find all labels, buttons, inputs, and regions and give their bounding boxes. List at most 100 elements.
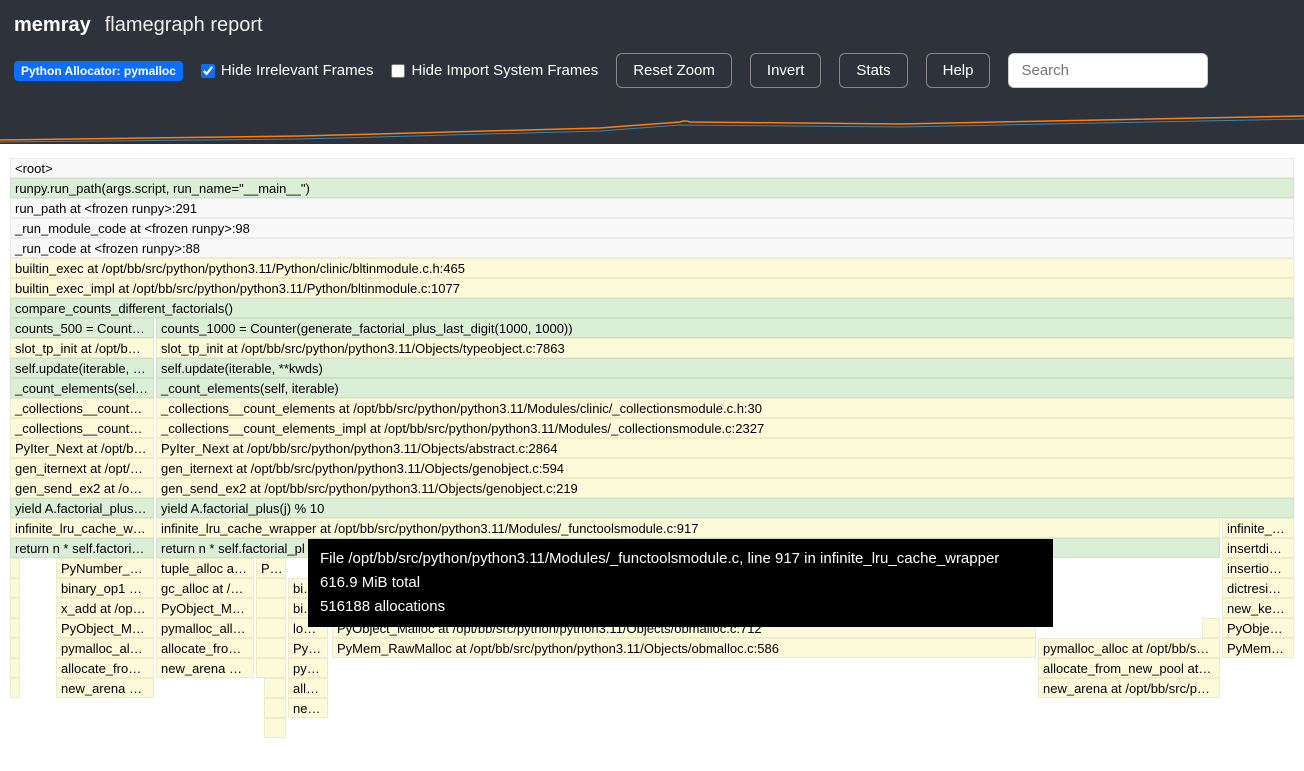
help-button[interactable]: Help bbox=[926, 53, 991, 88]
flame-cell[interactable]: PyMem… bbox=[1222, 638, 1294, 658]
flame-cell[interactable]: runpy.run_path(args.script, run_name="__… bbox=[10, 178, 1294, 198]
flame-cell[interactable]: allocate_fro… bbox=[56, 658, 154, 678]
flame-cell[interactable] bbox=[10, 638, 20, 658]
flame-cell[interactable]: insertdi… bbox=[1222, 538, 1294, 558]
flame-row: new_arena … allo… new_arena at /opt/bb/src… bbox=[10, 678, 1294, 698]
hide-import-toggle[interactable]: Hide Import System Frames bbox=[391, 62, 598, 79]
flame-cell[interactable] bbox=[256, 658, 286, 678]
stats-button[interactable]: Stats bbox=[839, 53, 907, 88]
flame-cell[interactable]: PyObje… bbox=[1222, 618, 1294, 638]
flame-cell[interactable]: allocate_from_new_pool at… bbox=[1038, 658, 1220, 678]
flame-cell[interactable]: slot_tp_init at /opt/bb/src/python/pytho… bbox=[156, 338, 1294, 358]
flame-cell[interactable]: bin… bbox=[288, 598, 328, 618]
hide-import-label: Hide Import System Frames bbox=[411, 62, 598, 79]
flame-cell[interactable]: insertio… bbox=[1222, 558, 1294, 578]
flame-cell[interactable]: bin… bbox=[288, 578, 328, 598]
flame-cell[interactable]: Py… bbox=[288, 638, 328, 658]
flame-cell[interactable]: yield A.factorial_plus(j) % 10 bbox=[156, 498, 1294, 518]
flame-row: runpy.run_path(args.script, run_name="__… bbox=[10, 178, 1294, 198]
flame-cell[interactable]: PyObject_Mal… bbox=[156, 598, 254, 618]
flame-cell[interactable]: _count_elements(self, iterable) bbox=[156, 378, 1294, 398]
search-input[interactable] bbox=[1008, 53, 1208, 88]
hide-irrelevant-checkbox[interactable] bbox=[201, 64, 215, 78]
flame-cell[interactable]: new_arena at … bbox=[156, 658, 254, 678]
flame-cell[interactable]: Py… bbox=[256, 558, 286, 578]
flame-cell[interactable]: gen_send_ex2 at /opt/bb/src/python/pytho… bbox=[156, 478, 1294, 498]
hide-import-checkbox[interactable] bbox=[391, 64, 405, 78]
flame-cell[interactable]: _collections__count… bbox=[10, 418, 154, 438]
flame-cell[interactable]: infinite_lru_cache_wrapper at /opt/bb/sr… bbox=[156, 518, 1220, 538]
flame-cell[interactable]: _collections__count_elements_impl at /op… bbox=[156, 418, 1294, 438]
flame-cell[interactable] bbox=[256, 598, 286, 618]
allocator-badge: Python Allocator: pymalloc bbox=[14, 61, 183, 81]
flame-cell[interactable] bbox=[10, 558, 20, 578]
flame-cell[interactable] bbox=[256, 578, 286, 598]
flame-cell[interactable]: PyObject_Malloc at /opt/bb/src/python/py… bbox=[332, 618, 1036, 638]
hide-irrelevant-toggle[interactable]: Hide Irrelevant Frames bbox=[201, 62, 374, 79]
flame-cell[interactable]: allo… bbox=[288, 678, 328, 698]
flame-cell[interactable]: return n * self.factori… bbox=[10, 538, 154, 558]
reset-zoom-button[interactable]: Reset Zoom bbox=[616, 53, 732, 88]
flame-cell[interactable] bbox=[264, 698, 286, 718]
flame-cell[interactable]: py… bbox=[288, 658, 328, 678]
flame-cell[interactable]: PyIter_Next at /opt/bb/src/python/python… bbox=[156, 438, 1294, 458]
flame-row: yield A.factorial_plus…yield A.factorial… bbox=[10, 498, 1294, 518]
flamegraph[interactable]: <root>runpy.run_path(args.script, run_na… bbox=[0, 158, 1304, 758]
flame-cell[interactable]: lon… bbox=[288, 618, 328, 638]
flame-cell[interactable]: _run_code at <frozen runpy>:88 bbox=[10, 238, 1294, 258]
flame-cell[interactable]: tuple_alloc at … bbox=[156, 558, 254, 578]
flame-cell[interactable]: gen_iternext at /opt/… bbox=[10, 458, 154, 478]
flame-cell[interactable]: builtin_exec at /opt/bb/src/python/pytho… bbox=[10, 258, 1294, 278]
flame-cell[interactable]: run_path at <frozen runpy>:291 bbox=[10, 198, 1294, 218]
flame-cell[interactable]: yield A.factorial_plus… bbox=[10, 498, 154, 518]
flame-cell[interactable] bbox=[10, 578, 20, 598]
flame-row: _run_module_code at <frozen runpy>:98 bbox=[10, 218, 1294, 238]
flame-cell[interactable]: <root> bbox=[10, 158, 1294, 178]
memory-sparkline[interactable] bbox=[0, 106, 1304, 144]
flame-cell[interactable]: compare_counts_different_factorials() bbox=[10, 298, 1294, 318]
flame-cell[interactable]: return n * self.factorial_pl bbox=[156, 538, 1220, 558]
flame-cell[interactable] bbox=[1202, 618, 1220, 638]
flame-cell[interactable]: PyNumber_A… bbox=[56, 558, 154, 578]
flame-cell[interactable]: counts_1000 = Counter(generate_factorial… bbox=[156, 318, 1294, 338]
flame-cell[interactable]: pymalloc_alloc at /opt/bb/s… bbox=[1038, 638, 1220, 658]
flame-cell[interactable]: dictresi… bbox=[1222, 578, 1294, 598]
flame-cell[interactable]: _count_elements(sel… bbox=[10, 378, 154, 398]
flame-cell[interactable]: infinite_lru_cache_w… bbox=[10, 518, 154, 538]
flame-cell[interactable]: new_ke… bbox=[1222, 598, 1294, 618]
flame-cell[interactable]: infinite_… bbox=[1222, 518, 1294, 538]
flame-cell[interactable] bbox=[10, 658, 20, 678]
flame-cell[interactable]: PyObject_M… bbox=[56, 618, 154, 638]
flame-cell[interactable] bbox=[10, 598, 20, 618]
flame-cell[interactable]: builtin_exec_impl at /opt/bb/src/python/… bbox=[10, 278, 1294, 298]
flame-row: gen_iternext at /opt/…gen_iternext at /o… bbox=[10, 458, 1294, 478]
flame-cell[interactable]: x_add at /opt… bbox=[56, 598, 154, 618]
flame-cell[interactable]: new_arena … bbox=[56, 678, 154, 698]
invert-button[interactable]: Invert bbox=[750, 53, 822, 88]
flame-cell[interactable] bbox=[264, 718, 286, 738]
page-title: flamegraph report bbox=[105, 14, 263, 37]
flame-cell[interactable]: self.update(iterable, **kwds) bbox=[156, 358, 1294, 378]
flame-cell[interactable]: new… bbox=[288, 698, 328, 718]
flame-cell[interactable] bbox=[264, 678, 286, 698]
flame-cell[interactable]: gc_alloc at /o… bbox=[156, 578, 254, 598]
flame-cell[interactable]: gen_iternext at /opt/bb/src/python/pytho… bbox=[156, 458, 1294, 478]
flame-cell[interactable]: _run_module_code at <frozen runpy>:98 bbox=[10, 218, 1294, 238]
flame-cell[interactable]: PyIter_Next at /opt/b… bbox=[10, 438, 154, 458]
flame-cell[interactable]: pymalloc_allo… bbox=[156, 618, 254, 638]
flame-cell[interactable]: PyMem_RawMalloc at /opt/bb/src/python/py… bbox=[332, 638, 1036, 658]
flame-cell[interactable]: binary_op1 a… bbox=[56, 578, 154, 598]
flame-cell[interactable]: _collections__count… bbox=[10, 398, 154, 418]
flame-cell[interactable] bbox=[256, 618, 286, 638]
flame-cell[interactable]: gen_send_ex2 at /op… bbox=[10, 478, 154, 498]
flame-cell[interactable]: pymalloc_al… bbox=[56, 638, 154, 658]
flame-cell[interactable]: slot_tp_init at /opt/b… bbox=[10, 338, 154, 358]
flame-cell[interactable]: new_arena at /opt/bb/src/p… bbox=[1038, 678, 1220, 698]
flame-cell[interactable] bbox=[10, 618, 20, 638]
flame-cell[interactable]: self.update(iterable, … bbox=[10, 358, 154, 378]
flame-cell[interactable] bbox=[10, 678, 20, 698]
flame-cell[interactable] bbox=[256, 638, 286, 658]
flame-cell[interactable]: _collections__count_elements at /opt/bb/… bbox=[156, 398, 1294, 418]
flame-cell[interactable]: counts_500 = Count… bbox=[10, 318, 154, 338]
flame-cell[interactable]: allocate_from… bbox=[156, 638, 254, 658]
